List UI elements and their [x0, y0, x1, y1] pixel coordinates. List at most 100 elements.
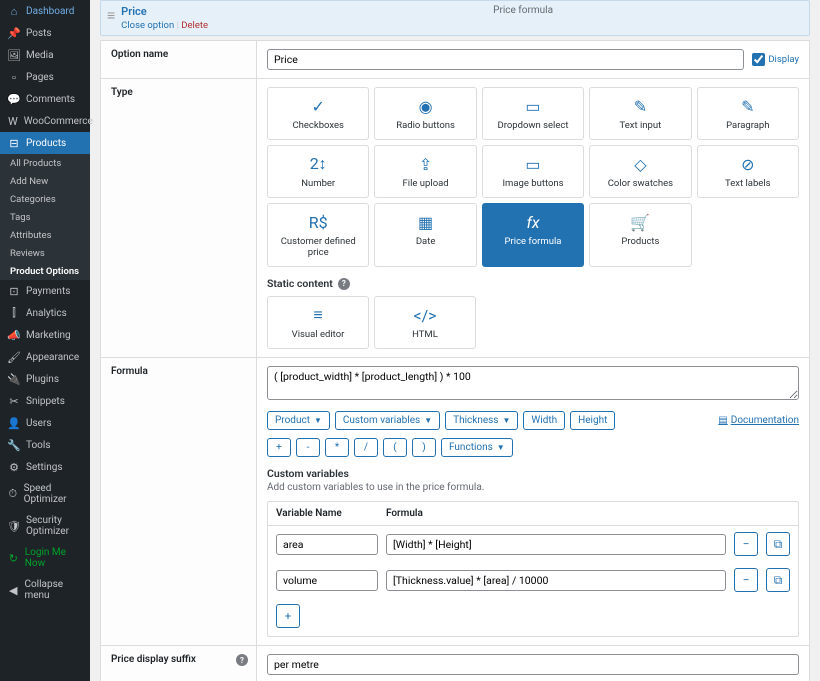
sidebar-item-label: Products	[26, 138, 66, 149]
sidebar-item-login-me-now[interactable]: ↻Login Me Now	[0, 542, 90, 574]
comments-icon: 💬	[8, 93, 20, 105]
gear-icon: ⚙	[8, 461, 20, 473]
sidebar-item-label: Media	[26, 50, 54, 61]
type-number[interactable]: 2↕Number	[267, 145, 369, 198]
type-dropdown-select[interactable]: ▭Dropdown select	[482, 87, 584, 140]
drag-handle-icon[interactable]: ≡	[105, 5, 121, 26]
op-close-paren[interactable]: )	[412, 438, 436, 457]
copy-row-button[interactable]: ⧉	[766, 568, 790, 592]
sidebar-item-plugins[interactable]: 🔌Plugins	[0, 368, 90, 390]
sidebar-item-tools[interactable]: 🔧Tools	[0, 434, 90, 456]
type-html[interactable]: </>HTML	[374, 296, 476, 349]
type-text-input[interactable]: ✎Text input	[589, 87, 691, 140]
pill-width[interactable]: Width	[523, 411, 565, 430]
sidebar-item-settings[interactable]: ⚙ Settings	[0, 456, 90, 478]
pill-functions[interactable]: Functions▼	[441, 438, 513, 457]
media-icon: 🖼	[8, 49, 20, 61]
sidebar-item-label: Settings	[26, 462, 63, 473]
op-open-paren[interactable]: (	[383, 438, 407, 457]
sidebar-item-marketing[interactable]: 📣Marketing	[0, 324, 90, 346]
formula-textarea[interactable]: ( [product_width] * [product_length] ) *…	[267, 366, 799, 400]
sidebar-item-pages[interactable]: ▫Pages	[0, 66, 90, 88]
speed-icon: ⏱	[8, 488, 18, 500]
sidebar-item-analytics[interactable]: ⫿Analytics	[0, 302, 90, 324]
op-plus[interactable]: +	[267, 438, 291, 457]
sidebar-item-payments[interactable]: ⊡Payments	[0, 280, 90, 302]
type-text-labels[interactable]: ⊘Text labels	[697, 145, 799, 198]
type-paragraph[interactable]: ✎Paragraph	[697, 87, 799, 140]
fx-icon: fx	[487, 212, 579, 232]
type-visual-editor[interactable]: ≡Visual editor	[267, 296, 369, 349]
sidebar-sub-add-new[interactable]: Add New	[0, 172, 90, 190]
variable-formula-input[interactable]	[386, 570, 726, 591]
type-color-swatches[interactable]: ◇Color swatches	[589, 145, 691, 198]
col-formula: Formula	[386, 508, 790, 519]
pill-thickness[interactable]: Thickness▼	[445, 411, 518, 430]
woo-icon: W	[8, 115, 18, 127]
sidebar-sub-categories[interactable]: Categories	[0, 190, 90, 208]
sidebar-item-label: WooCommerce	[24, 116, 93, 127]
sidebar-sub-tags[interactable]: Tags	[0, 208, 90, 226]
plugin-icon: 🔌	[8, 373, 20, 385]
op-divide[interactable]: /	[354, 438, 378, 457]
sidebar-item-dashboard[interactable]: ⌂Dashboard	[0, 0, 90, 22]
sidebar-sub-attributes[interactable]: Attributes	[0, 226, 90, 244]
variable-name-input[interactable]	[276, 534, 378, 555]
sidebar-item-posts[interactable]: 📌Posts	[0, 22, 90, 44]
type-customer-defined-price[interactable]: R$Customer defined price	[267, 203, 369, 267]
type-price-formula[interactable]: fxPrice formula	[482, 203, 584, 267]
main-content: ≡ Price Close option | Delete Price form…	[90, 0, 820, 681]
sidebar-item-comments[interactable]: 💬Comments	[0, 88, 90, 110]
type-products[interactable]: 🛒Products	[589, 203, 691, 267]
section-label-option-name: Option name	[101, 41, 257, 78]
type-date[interactable]: ▦Date	[374, 203, 476, 267]
type-radio-buttons[interactable]: ◉Radio buttons	[374, 87, 476, 140]
pill-product[interactable]: Product▼	[267, 411, 330, 430]
sidebar-item-media[interactable]: 🖼 Media	[0, 44, 90, 66]
type-image-buttons[interactable]: ▭Image buttons	[482, 145, 584, 198]
price-suffix-input[interactable]	[267, 654, 799, 675]
add-variable-button[interactable]: +	[276, 604, 300, 628]
sidebar-item-appearance[interactable]: 🖌Appearance	[0, 346, 90, 368]
display-checkbox[interactable]	[752, 53, 765, 66]
sidebar-sub-product-options[interactable]: Product Options	[0, 262, 90, 280]
remove-row-button[interactable]: −	[734, 532, 758, 556]
op-minus[interactable]: -	[296, 438, 320, 457]
sidebar-collapse[interactable]: ◀Collapse menu	[0, 574, 90, 606]
type-file-upload[interactable]: ⇪File upload	[374, 145, 476, 198]
sidebar-item-woocommerce[interactable]: W WooCommerce	[0, 110, 90, 132]
help-icon[interactable]: ?	[338, 278, 350, 290]
sidebar-item-label: Dashboard	[26, 6, 74, 17]
sidebar-item-users[interactable]: 👤Users	[0, 412, 90, 434]
sidebar-sub-reviews[interactable]: Reviews	[0, 244, 90, 262]
remove-row-button[interactable]: −	[734, 568, 758, 592]
close-option-link[interactable]: Close option	[121, 20, 174, 31]
image-icon: ▭	[487, 154, 579, 174]
chevron-down-icon: ▼	[314, 416, 322, 425]
sidebar-item-products[interactable]: ⊟Products	[0, 132, 90, 154]
collapse-icon: ◀	[8, 584, 18, 596]
custom-variables-table: Variable Name Formula − ⧉ − ⧉	[267, 501, 799, 637]
op-multiply[interactable]: *	[325, 438, 349, 457]
sidebar-item-speed-optimizer[interactable]: ⏱Speed Optimizer	[0, 478, 90, 510]
sidebar-sub-all-products[interactable]: All Products	[0, 154, 90, 172]
variable-formula-input[interactable]	[386, 534, 726, 555]
type-checkboxes[interactable]: ✓Checkboxes	[267, 87, 369, 140]
table-row: − ⧉	[268, 526, 798, 562]
chevron-down-icon: ▼	[502, 416, 510, 425]
sidebar-item-label: Users	[26, 418, 52, 429]
documentation-link[interactable]: ▤Documentation	[718, 415, 799, 426]
pill-height[interactable]: Height	[570, 411, 615, 430]
sidebar-item-snippets[interactable]: ✂Snippets	[0, 390, 90, 412]
display-checkbox-label[interactable]: Display	[752, 53, 799, 66]
custom-variables-header: Custom variables	[267, 467, 799, 480]
variable-name-input[interactable]	[276, 570, 378, 591]
paragraph-icon: ✎	[702, 96, 794, 116]
option-name-input[interactable]	[267, 49, 744, 70]
copy-row-button[interactable]: ⧉	[766, 532, 790, 556]
code-icon: </>	[379, 305, 471, 325]
sidebar-item-security-optimizer[interactable]: 🛡Security Optimizer	[0, 510, 90, 542]
help-icon[interactable]: ?	[236, 654, 248, 666]
delete-option-link[interactable]: Delete	[181, 20, 208, 31]
pill-custom-variables[interactable]: Custom variables▼	[335, 411, 440, 430]
